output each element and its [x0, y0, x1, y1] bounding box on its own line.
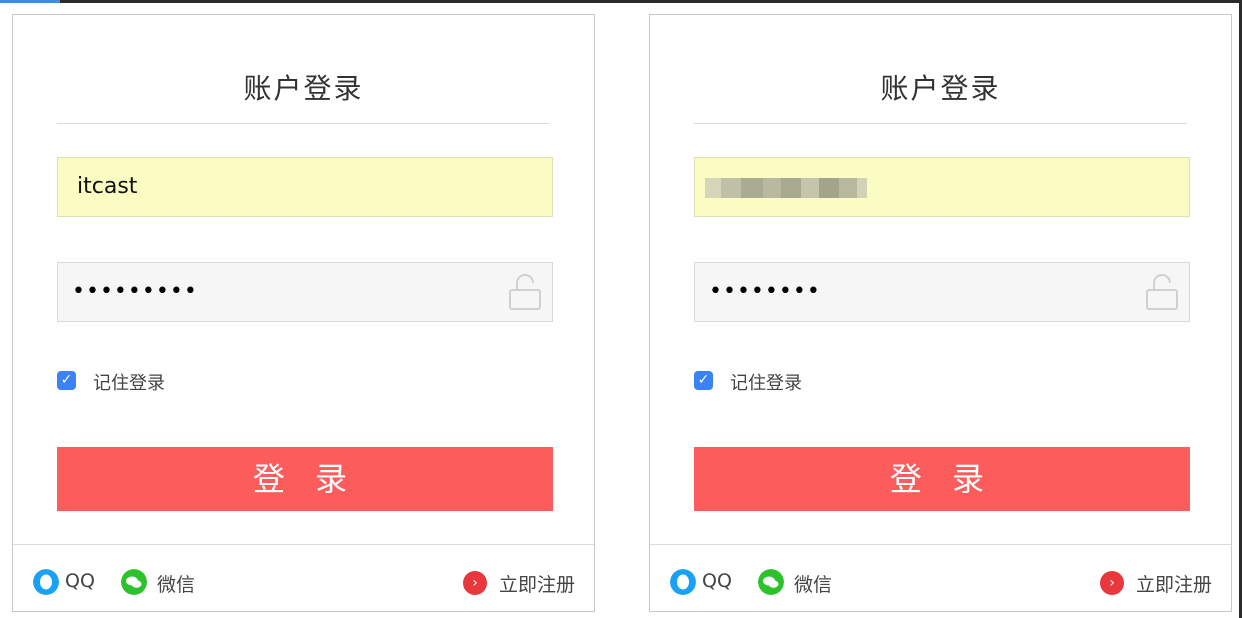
wechat-label: 微信 [794, 574, 833, 596]
chevron-right-icon: › [1100, 571, 1124, 595]
username-value: itcast [77, 174, 138, 199]
checkmark-icon: ✓ [60, 372, 73, 388]
username-blurred [705, 178, 867, 198]
password-input[interactable]: •••••••• [694, 262, 1190, 322]
title-divider [694, 123, 1187, 124]
password-mask: •••••••• [709, 279, 821, 304]
remember-checkbox[interactable]: ✓ [694, 371, 713, 390]
lock-icon[interactable] [508, 273, 542, 311]
username-input[interactable]: itcast [57, 157, 553, 217]
remember-checkbox[interactable]: ✓ [57, 371, 76, 390]
password-mask: ••••••••• [72, 279, 198, 304]
login-button[interactable]: 登 录 [57, 447, 553, 511]
qq-icon [33, 569, 59, 595]
panel-title: 账户登录 [243, 72, 364, 105]
lock-icon[interactable] [1145, 273, 1179, 311]
wechat-label: 微信 [157, 574, 196, 596]
register-label: 立即注册 [1136, 574, 1213, 596]
footer-divider [13, 544, 594, 545]
qq-label: QQ [65, 570, 95, 592]
window-top-accent [0, 0, 60, 3]
remember-label: 记住登录 [730, 373, 802, 394]
password-input[interactable]: ••••••••• [57, 262, 553, 322]
login-button[interactable]: 登 录 [694, 447, 1190, 511]
username-input[interactable] [694, 157, 1190, 217]
remember-label: 记住登录 [93, 373, 165, 394]
qq-label: QQ [702, 570, 732, 592]
title-divider [57, 123, 550, 124]
chevron-right-icon: › [463, 571, 487, 595]
footer-divider [650, 544, 1231, 545]
checkmark-icon: ✓ [697, 372, 710, 388]
login-panel-right: 账户登录 •••••••• ✓ 记住登录 登 录 QQ 微信 › 立即注册 [649, 14, 1232, 612]
register-label: 立即注册 [499, 574, 576, 596]
panel-title: 账户登录 [880, 72, 1001, 105]
wechat-icon [758, 569, 784, 595]
wechat-icon [121, 569, 147, 595]
qq-icon [670, 569, 696, 595]
login-panel-left: 账户登录 itcast ••••••••• ✓ 记住登录 登 录 QQ 微信 ›… [12, 14, 595, 612]
window-top-border [0, 0, 1242, 3]
